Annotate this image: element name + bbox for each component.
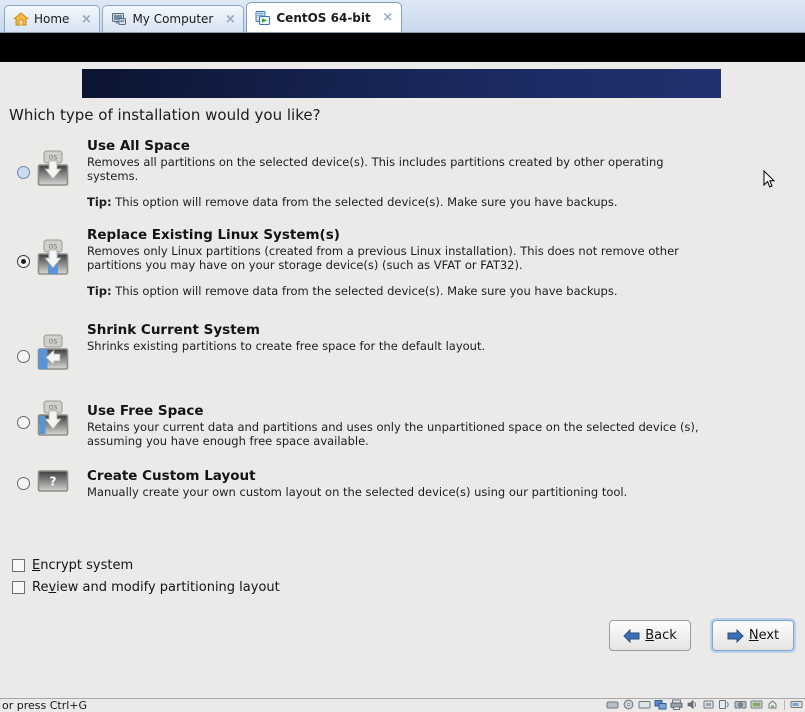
tab-close-icon[interactable]: × [79, 12, 93, 27]
option-description: Shrinks existing partitions to create fr… [87, 339, 486, 353]
radio-create-custom-layout[interactable] [17, 477, 30, 490]
power-icon[interactable] [790, 699, 803, 710]
sound-icon[interactable] [686, 699, 699, 710]
option-description: Removes all partitions on the selected d… [87, 155, 664, 183]
display-icon[interactable] [750, 699, 763, 710]
svg-text:OS: OS [49, 244, 58, 251]
label-rest: ack [654, 628, 677, 643]
option-text: Shrink Current System Shrinks existing p… [87, 322, 705, 353]
option-title: Use All Space [87, 138, 190, 154]
status-message: or press Ctrl+G [2, 699, 88, 712]
mnemonic: v [48, 580, 57, 595]
next-button[interactable]: Next [712, 620, 794, 651]
option-description: Retains your current data and partitions… [87, 420, 699, 448]
computer-icon [112, 13, 127, 25]
tab-label: My Computer [132, 12, 214, 26]
radio-replace-existing-linux[interactable] [17, 255, 30, 268]
arrow-right-icon [727, 628, 744, 643]
tab-close-icon[interactable]: × [381, 10, 395, 25]
tab-home[interactable]: Home × [4, 5, 101, 32]
vmware-tab-bar: Home × My Computer × CentOS 64-bit × [0, 0, 805, 33]
use-all-space-icon: OS [36, 150, 70, 190]
option-text: Use Free Space Retains your current data… [87, 403, 705, 448]
label-rest: ext [758, 628, 780, 643]
svg-text:OS: OS [49, 155, 58, 162]
printer-icon[interactable] [670, 699, 683, 710]
arrow-left-icon [623, 628, 640, 643]
network-icon[interactable] [654, 699, 667, 710]
mnemonic: E [32, 558, 41, 573]
option-description: Removes only Linux partitions (created f… [87, 244, 679, 272]
checkbox-encrypt-system[interactable]: Encrypt system [12, 558, 133, 573]
option-title: Replace Existing Linux System(s) [87, 227, 340, 243]
battery-icon[interactable] [766, 699, 779, 710]
svg-text:OS: OS [49, 405, 58, 412]
top-black-band [0, 33, 805, 62]
shrink-current-system-icon: OS [36, 334, 70, 374]
option-text: Replace Existing Linux System(s) Removes… [87, 227, 705, 298]
home-icon [13, 12, 29, 26]
next-button-label: Next [749, 628, 779, 643]
use-free-space-icon: OS [36, 400, 70, 440]
floppy-icon[interactable] [638, 699, 651, 710]
tip-label: Tip: [87, 195, 112, 209]
label-rest: iew and modify partitioning layout [56, 580, 280, 595]
checkbox-box[interactable] [12, 581, 25, 594]
svg-text:OS: OS [49, 339, 58, 346]
installer-banner [82, 69, 721, 98]
tip-label: Tip: [87, 284, 112, 298]
create-custom-layout-icon: ? [36, 469, 70, 509]
option-description: Manually create your own custom layout o… [87, 485, 628, 499]
option-text: Create Custom Layout Manually create you… [87, 468, 705, 499]
tab-my-computer[interactable]: My Computer × [102, 5, 245, 32]
mnemonic: N [748, 628, 759, 643]
radio-use-all-space[interactable] [17, 166, 30, 179]
svg-text:?: ? [50, 475, 57, 489]
camera-icon[interactable] [734, 699, 747, 710]
virtual-machine-icon [255, 10, 271, 25]
option-title: Use Free Space [87, 403, 204, 419]
tab-label: Home [34, 12, 70, 26]
label-prefix: Re [32, 580, 49, 595]
mouse-cursor [763, 170, 775, 188]
label-rest: ncrypt system [40, 558, 134, 573]
cd-dvd-icon[interactable] [622, 699, 635, 710]
replace-existing-linux-icon: OS [36, 239, 70, 279]
radio-shrink-current-system[interactable] [17, 350, 30, 363]
option-tip: Tip: This option will remove data from t… [87, 284, 705, 298]
checkbox-review-modify-partitioning[interactable]: Review and modify partitioning layout [12, 580, 280, 595]
checkbox-label: Review and modify partitioning layout [32, 580, 280, 595]
tab-label: CentOS 64-bit [276, 10, 371, 25]
status-device-icons [606, 699, 803, 710]
option-title: Shrink Current System [87, 322, 260, 338]
tip-text: This option will remove data from the se… [115, 195, 618, 209]
usb-icon[interactable] [702, 699, 715, 710]
radio-use-free-space[interactable] [17, 416, 30, 429]
page-title: Which type of installation would you lik… [9, 106, 321, 124]
back-button[interactable]: Back [609, 620, 691, 651]
hard-disk-icon[interactable] [606, 699, 619, 710]
vmware-status-bar: or press Ctrl+G [0, 698, 805, 712]
checkbox-label: Encrypt system [32, 558, 133, 573]
bluetooth-icon[interactable] [718, 699, 731, 710]
status-divider [784, 699, 785, 710]
option-title: Create Custom Layout [87, 468, 256, 484]
mnemonic: B [645, 628, 655, 643]
option-text: Use All Space Removes all partitions on … [87, 138, 705, 209]
tab-close-icon[interactable]: × [223, 12, 237, 27]
tip-text: This option will remove data from the se… [115, 284, 618, 298]
back-button-label: Back [645, 628, 677, 643]
option-tip: Tip: This option will remove data from t… [87, 195, 705, 209]
tab-centos-64-bit[interactable]: CentOS 64-bit × [246, 2, 402, 32]
guest-screen[interactable]: Which type of installation would you lik… [0, 33, 805, 698]
checkbox-box[interactable] [12, 559, 25, 572]
